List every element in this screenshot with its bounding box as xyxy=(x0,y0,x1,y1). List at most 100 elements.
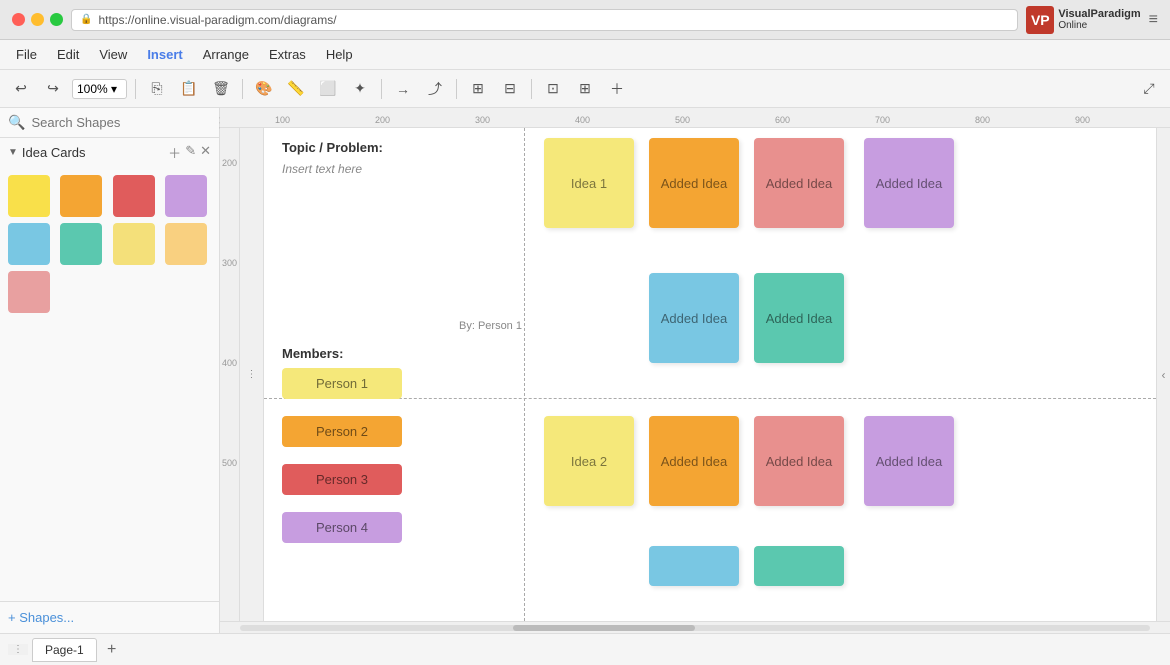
redo-button[interactable]: ↪ xyxy=(40,76,66,102)
shapes-grid xyxy=(0,167,219,321)
logo-brand: VisualParadigm Online xyxy=(1058,8,1140,31)
canvas[interactable]: Topic / Problem: Insert text here Member… xyxy=(264,128,1156,621)
shape-light-yellow[interactable] xyxy=(113,223,155,265)
person-3-badge[interactable]: Person 3 xyxy=(282,464,402,495)
menu-help[interactable]: Help xyxy=(318,44,361,65)
ruler-mark-800: 800 xyxy=(975,115,990,125)
ruler-mark-500v: 500 xyxy=(222,458,237,468)
ruler-mark-500: 500 xyxy=(675,115,690,125)
expand-button[interactable]: ⤢ xyxy=(1136,76,1162,102)
added-idea-card-2[interactable]: Added Idea xyxy=(754,138,844,228)
arrange-button[interactable]: ⊞ xyxy=(465,76,491,102)
add-shapes-button[interactable]: + Shapes... xyxy=(8,610,211,625)
right-collapse-handle[interactable]: ‹ xyxy=(1156,128,1170,621)
copy-button[interactable]: ⎘ xyxy=(144,76,170,102)
add-category-icon[interactable]: ＋ xyxy=(168,143,181,162)
connector-button[interactable]: → xyxy=(390,76,416,102)
menubar: File Edit View Insert Arrange Extras Hel… xyxy=(0,40,1170,70)
undo-button[interactable]: ↩ xyxy=(8,76,34,102)
shape-button[interactable]: ⬜ xyxy=(315,76,341,102)
search-icon: 🔍 xyxy=(8,114,25,131)
person-4-badge[interactable]: Person 4 xyxy=(282,512,402,543)
fill-button[interactable]: 🎨 xyxy=(251,76,277,102)
shape-yellow[interactable] xyxy=(8,175,50,217)
person-2-badge[interactable]: Person 2 xyxy=(282,416,402,447)
idea-2-label: Idea 2 xyxy=(571,454,607,469)
added-idea-card-10[interactable] xyxy=(754,546,844,586)
edit-category-icon[interactable]: ✎ xyxy=(185,143,196,162)
ruler-mark-700: 700 xyxy=(875,115,890,125)
paste-button[interactable]: 📋 xyxy=(176,76,202,102)
ruler-mark-300v: 300 xyxy=(222,258,237,268)
align-button[interactable]: ⊟ xyxy=(497,76,523,102)
fit-page-button[interactable]: ⊡ xyxy=(540,76,566,102)
left-panel: 🔍 ⋮ ▼ Idea Cards ＋ ✎ ✕ + xyxy=(0,108,220,633)
added-idea-card-1[interactable]: Added Idea xyxy=(649,138,739,228)
chevron-down-icon: ▼ xyxy=(8,147,18,158)
hamburger-icon[interactable]: ≡ xyxy=(1149,11,1158,29)
menu-insert[interactable]: Insert xyxy=(139,44,190,65)
ruler-mark-200v: 200 xyxy=(222,158,237,168)
added-idea-label-1: Added Idea xyxy=(661,176,728,191)
menu-extras[interactable]: Extras xyxy=(261,44,314,65)
added-idea-label-7: Added Idea xyxy=(766,454,833,469)
style-button[interactable]: ✦ xyxy=(347,76,373,102)
ruler-mark-200: 200 xyxy=(375,115,390,125)
ruler-mark-400: 400 xyxy=(575,115,590,125)
separator-2 xyxy=(242,79,243,99)
scrollbar-thumb[interactable] xyxy=(513,625,695,631)
logo-icon: VP xyxy=(1026,6,1054,34)
shape-purple[interactable] xyxy=(165,175,207,217)
menu-file[interactable]: File xyxy=(8,44,45,65)
search-input[interactable] xyxy=(31,115,207,130)
separator-4 xyxy=(456,79,457,99)
logo: VP VisualParadigm Online xyxy=(1026,6,1140,34)
idea-1-card[interactable]: Idea 1 xyxy=(544,138,634,228)
ruler-mark-900: 900 xyxy=(1075,115,1090,125)
added-idea-card-9[interactable] xyxy=(649,546,739,586)
added-idea-card-4[interactable]: Added Idea xyxy=(649,273,739,363)
added-idea-card-3[interactable]: Added Idea xyxy=(864,138,954,228)
shape-peach[interactable] xyxy=(165,223,207,265)
insert-button[interactable]: ＋ xyxy=(604,76,630,102)
added-idea-label-3: Added Idea xyxy=(876,176,943,191)
shape-pink[interactable] xyxy=(8,271,50,313)
zoom-select[interactable]: 100% ▾ xyxy=(72,79,127,99)
shape-blue[interactable] xyxy=(8,223,50,265)
add-page-button[interactable]: + xyxy=(101,639,123,661)
delete-button[interactable]: 🗑 xyxy=(208,76,234,102)
maximize-button[interactable] xyxy=(50,13,63,26)
menu-view[interactable]: View xyxy=(91,44,135,65)
added-idea-card-8[interactable]: Added Idea xyxy=(864,416,954,506)
added-idea-card-7[interactable]: Added Idea xyxy=(754,416,844,506)
menu-arrange[interactable]: Arrange xyxy=(195,44,257,65)
shape-teal[interactable] xyxy=(60,223,102,265)
added-idea-label-6: Added Idea xyxy=(661,454,728,469)
minimize-button[interactable] xyxy=(31,13,44,26)
snap-button[interactable]: ⊞ xyxy=(572,76,598,102)
members-label: Members: xyxy=(282,346,343,361)
waypoint-button[interactable]: ⤴ xyxy=(422,76,448,102)
category-label: Idea Cards xyxy=(22,145,86,160)
person-1-badge[interactable]: Person 1 xyxy=(282,368,402,399)
toolbar: ↩ ↪ 100% ▾ ⎘ 📋 🗑 🎨 📏 ⬜ ✦ → ⤴ ⊞ ⊟ ⊡ ⊞ ＋ ⤢ xyxy=(0,70,1170,108)
canvas-row: 200 300 400 500 ⋮ Topic / Problem: Inser… xyxy=(220,128,1170,621)
close-button[interactable] xyxy=(12,13,25,26)
added-idea-label-5: Added Idea xyxy=(766,311,833,326)
category-header[interactable]: ▼ Idea Cards ＋ ✎ ✕ xyxy=(0,138,219,167)
close-category-icon[interactable]: ✕ xyxy=(200,143,211,162)
line-button[interactable]: 📏 xyxy=(283,76,309,102)
added-idea-card-6[interactable]: Added Idea xyxy=(649,416,739,506)
url-bar[interactable]: 🔒 https://online.visual-paradigm.com/dia… xyxy=(71,9,1018,31)
shape-orange[interactable] xyxy=(60,175,102,217)
menu-edit[interactable]: Edit xyxy=(49,44,87,65)
bottom-dot-handle[interactable]: ⋮ xyxy=(8,644,28,655)
ruler-mark-300: 300 xyxy=(475,115,490,125)
added-idea-card-5[interactable]: Added Idea xyxy=(754,273,844,363)
shape-red[interactable] xyxy=(113,175,155,217)
horizontal-scrollbar[interactable] xyxy=(220,621,1170,633)
bottom-handle[interactable]: ⋮ xyxy=(240,128,264,621)
page-1-tab[interactable]: Page-1 xyxy=(32,638,97,662)
content-area: 100 200 300 400 500 600 700 800 900 200 … xyxy=(220,108,1170,633)
idea-2-card[interactable]: Idea 2 xyxy=(544,416,634,506)
